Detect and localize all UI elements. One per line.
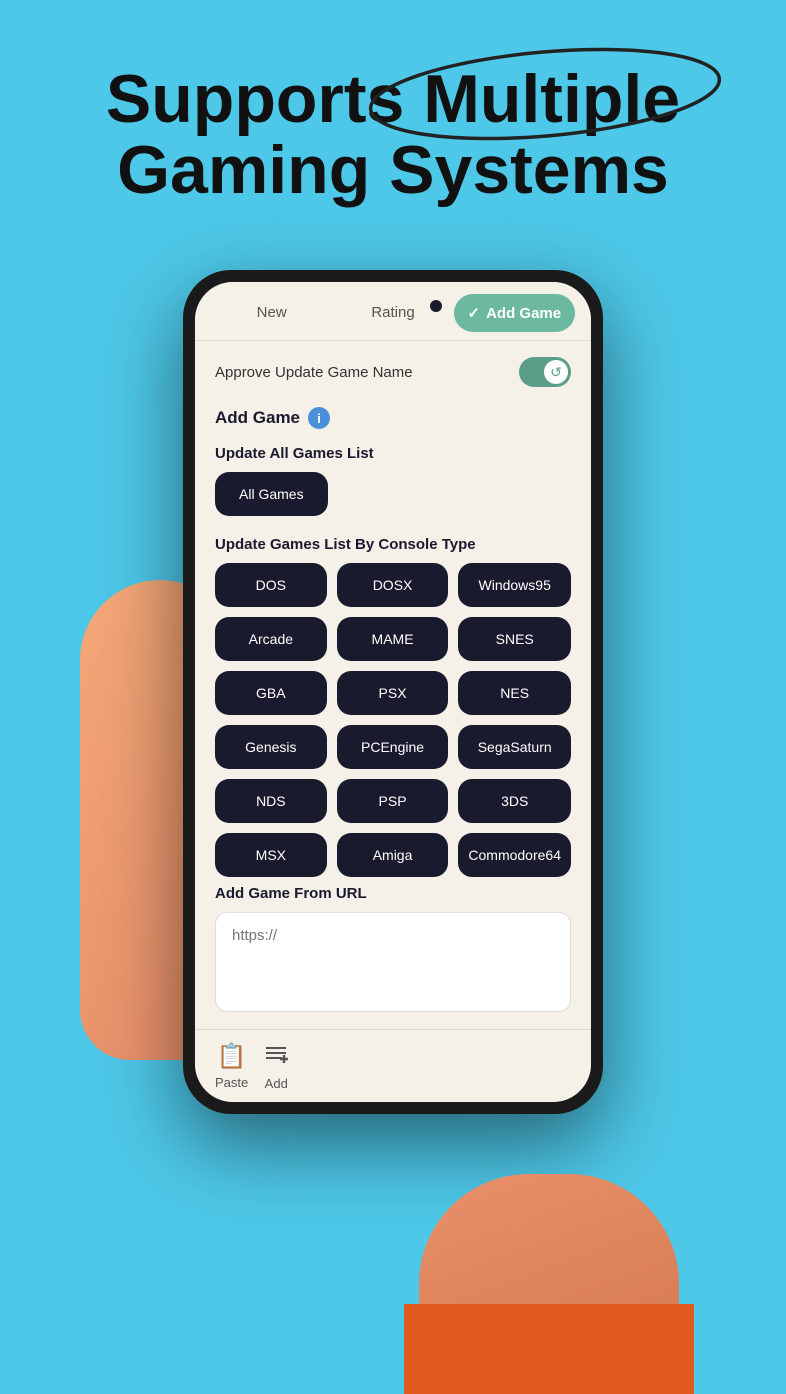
refresh-icon: ↺ — [550, 364, 562, 381]
console-btn-psx[interactable]: PSX — [337, 671, 449, 715]
console-btn-arcade[interactable]: Arcade — [215, 617, 327, 661]
console-btn-gba[interactable]: GBA — [215, 671, 327, 715]
bottom-hand — [419, 1174, 679, 1394]
console-buttons-grid: DOS DOSX Windows95 Arcade MAME SNES GBA … — [215, 563, 571, 877]
console-btn-dosx[interactable]: DOSX — [337, 563, 449, 607]
url-label: Add Game From URL — [215, 885, 571, 902]
console-btn-commodore64[interactable]: Commodore64 — [458, 833, 571, 877]
console-btn-mame[interactable]: MAME — [337, 617, 449, 661]
toggle-row: Approve Update Game Name ↺ — [215, 357, 571, 387]
console-btn-dos[interactable]: DOS — [215, 563, 327, 607]
tab-new[interactable]: New — [211, 294, 332, 332]
url-section: Add Game From URL — [215, 885, 571, 1017]
checkmark-icon: ✓ — [468, 304, 481, 322]
phone-device: New Rating ✓ Add Game Approve Update Gam… — [168, 270, 618, 1114]
paste-icon: 📋 — [217, 1042, 247, 1071]
tab-add-game[interactable]: ✓ Add Game — [454, 294, 575, 332]
phone-screen: New Rating ✓ Add Game Approve Update Gam… — [195, 282, 591, 1102]
console-btn-amiga[interactable]: Amiga — [337, 833, 449, 877]
update-all-label: Update All Games List — [215, 445, 571, 462]
info-icon[interactable]: i — [308, 407, 330, 429]
toggle-knob: ↺ — [544, 360, 568, 384]
paste-button[interactable]: 📋 Paste — [215, 1042, 248, 1091]
rating-dot — [430, 300, 442, 312]
console-btn-msx[interactable]: MSX — [215, 833, 327, 877]
sleeve — [404, 1304, 694, 1394]
console-btn-psp[interactable]: PSP — [337, 779, 449, 823]
tab-rating[interactable]: Rating — [332, 294, 453, 332]
phone-frame: New Rating ✓ Add Game Approve Update Gam… — [183, 270, 603, 1114]
add-game-header: Add Game i — [215, 407, 571, 429]
top-tab-bar: New Rating ✓ Add Game — [195, 282, 591, 341]
console-btn-pcengine[interactable]: PCEngine — [337, 725, 449, 769]
url-input[interactable] — [215, 912, 571, 1012]
toggle-label: Approve Update Game Name — [215, 364, 413, 381]
hero-title-line2: Gaming Systems — [106, 135, 680, 206]
console-btn-3ds[interactable]: 3DS — [458, 779, 571, 823]
console-btn-nes[interactable]: NES — [458, 671, 571, 715]
all-games-btn-wrap: All Games — [215, 472, 571, 520]
console-btn-snes[interactable]: SNES — [458, 617, 571, 661]
hero-section: Supports Multiple Gaming Systems — [0, 0, 786, 270]
paste-label: Paste — [215, 1075, 248, 1090]
add-button[interactable]: Add — [264, 1042, 288, 1091]
console-btn-segasaturn[interactable]: SegaSaturn — [458, 725, 571, 769]
console-btn-genesis[interactable]: Genesis — [215, 725, 327, 769]
console-btn-nds[interactable]: NDS — [215, 779, 327, 823]
action-row: 📋 Paste Add — [195, 1029, 591, 1102]
hero-ellipse — [360, 46, 730, 142]
update-by-console-label: Update Games List By Console Type — [215, 536, 571, 553]
console-btn-windows95[interactable]: Windows95 — [458, 563, 571, 607]
add-label: Add — [265, 1076, 288, 1091]
all-games-button[interactable]: All Games — [215, 472, 328, 516]
toggle-switch[interactable]: ↺ — [519, 357, 571, 387]
add-icon — [264, 1042, 288, 1072]
main-content: Approve Update Game Name ↺ Add Game i Up… — [195, 341, 591, 1029]
